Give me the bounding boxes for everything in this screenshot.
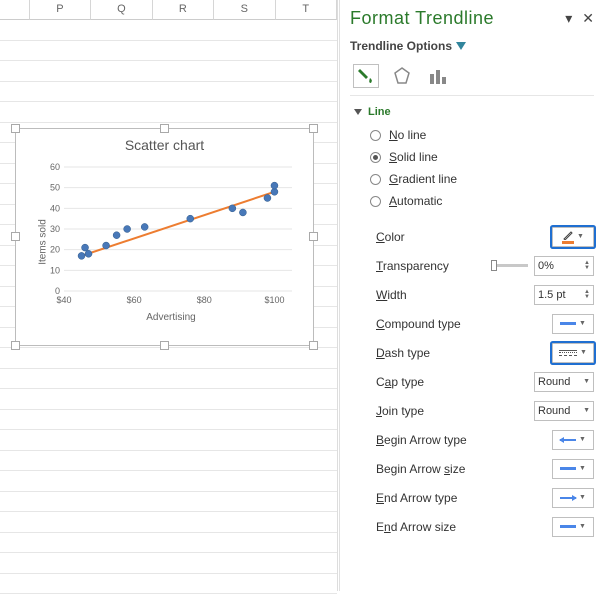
pen-icon (562, 230, 574, 244)
chart-title[interactable]: Scatter chart (16, 137, 313, 153)
col-header[interactable]: R (153, 0, 214, 20)
begin-arrow-size-label: Begin Arrow size (376, 462, 465, 476)
transparency-input[interactable]: 0% ▲▼ (534, 256, 594, 276)
format-tabs (350, 59, 594, 96)
end-arrow-size-label: End Arrow size (376, 520, 456, 534)
format-pane: Format Trendline ▾ ✕ Trendline Options L… (339, 0, 604, 591)
trendline-options-dropdown[interactable]: Trendline Options (350, 39, 594, 53)
collapse-icon (354, 109, 362, 115)
begin-arrow-type-label: Begin Arrow type (376, 433, 467, 447)
dash-type-label: Dash type (376, 346, 430, 360)
col-header[interactable]: Q (91, 0, 152, 20)
chart-object[interactable]: Scatter chart 0102030405060$40$60$80$100… (15, 128, 314, 346)
width-input[interactable]: 1.5 pt ▲▼ (534, 285, 594, 305)
svg-text:20: 20 (50, 245, 60, 255)
line-section-header[interactable]: Line (354, 106, 594, 118)
compound-type-picker[interactable]: ▼ (552, 314, 594, 334)
begin-arrow-size-picker[interactable]: ▼ (552, 459, 594, 479)
svg-text:$40: $40 (56, 295, 71, 305)
dash-type-picker[interactable]: ▼ (552, 343, 594, 363)
column-headers: P Q R S T (0, 0, 337, 20)
svg-text:$100: $100 (264, 295, 284, 305)
join-type-label: Join type (376, 404, 424, 418)
fill-line-tab-icon[interactable] (354, 65, 378, 87)
compound-type-label: Compound type (376, 317, 461, 331)
svg-text:40: 40 (50, 203, 60, 213)
svg-text:30: 30 (50, 224, 60, 234)
radio-automatic[interactable]: Automatic (370, 190, 594, 212)
options-label: Trendline Options (350, 39, 452, 53)
svg-text:$60: $60 (127, 295, 142, 305)
radio-solid-line[interactable]: Solid line (370, 146, 594, 168)
end-arrow-type-picker[interactable]: ▼ (552, 488, 594, 508)
end-arrow-type-label: End Arrow type (376, 491, 457, 505)
close-icon[interactable]: ✕ (582, 10, 594, 27)
x-axis-label: Advertising (146, 312, 195, 323)
col-header[interactable]: T (276, 0, 337, 20)
end-arrow-size-picker[interactable]: ▼ (552, 517, 594, 537)
svg-text:60: 60 (50, 163, 60, 172)
pane-title: Format Trendline (350, 8, 494, 29)
width-label: Width (376, 288, 407, 302)
cap-type-label: Cap type (376, 375, 424, 389)
transparency-slider[interactable] (493, 264, 528, 267)
chart-plot[interactable]: 0102030405060$40$60$80$100 Items sold Ad… (42, 163, 300, 321)
trendline-options-tab-icon[interactable] (426, 65, 450, 87)
svg-text:$80: $80 (197, 295, 212, 305)
cap-type-select[interactable]: Round▼ (534, 372, 594, 392)
radio-gradient-line[interactable]: Gradient line (370, 168, 594, 190)
y-axis-label: Items sold (37, 219, 48, 265)
effects-tab-icon[interactable] (390, 65, 414, 87)
spreadsheet-area: P Q R S T Scatter chart 0102030405060$40… (0, 0, 338, 591)
transparency-label: Transparency (376, 259, 449, 273)
task-pane-options-icon[interactable]: ▾ (565, 10, 572, 27)
col-header[interactable]: P (30, 0, 91, 20)
begin-arrow-type-picker[interactable]: ▼ (552, 430, 594, 450)
join-type-select[interactable]: Round▼ (534, 401, 594, 421)
col-header[interactable] (0, 0, 30, 20)
color-label: Color (376, 230, 405, 244)
radio-no-line[interactable]: No line (370, 124, 594, 146)
svg-text:50: 50 (50, 183, 60, 193)
col-header[interactable]: S (214, 0, 275, 20)
chevron-down-icon (456, 42, 466, 50)
line-style-radios: No line Solid line Gradient line Automat… (350, 124, 594, 212)
color-picker[interactable]: ▼ (552, 227, 594, 247)
svg-text:10: 10 (50, 265, 60, 275)
